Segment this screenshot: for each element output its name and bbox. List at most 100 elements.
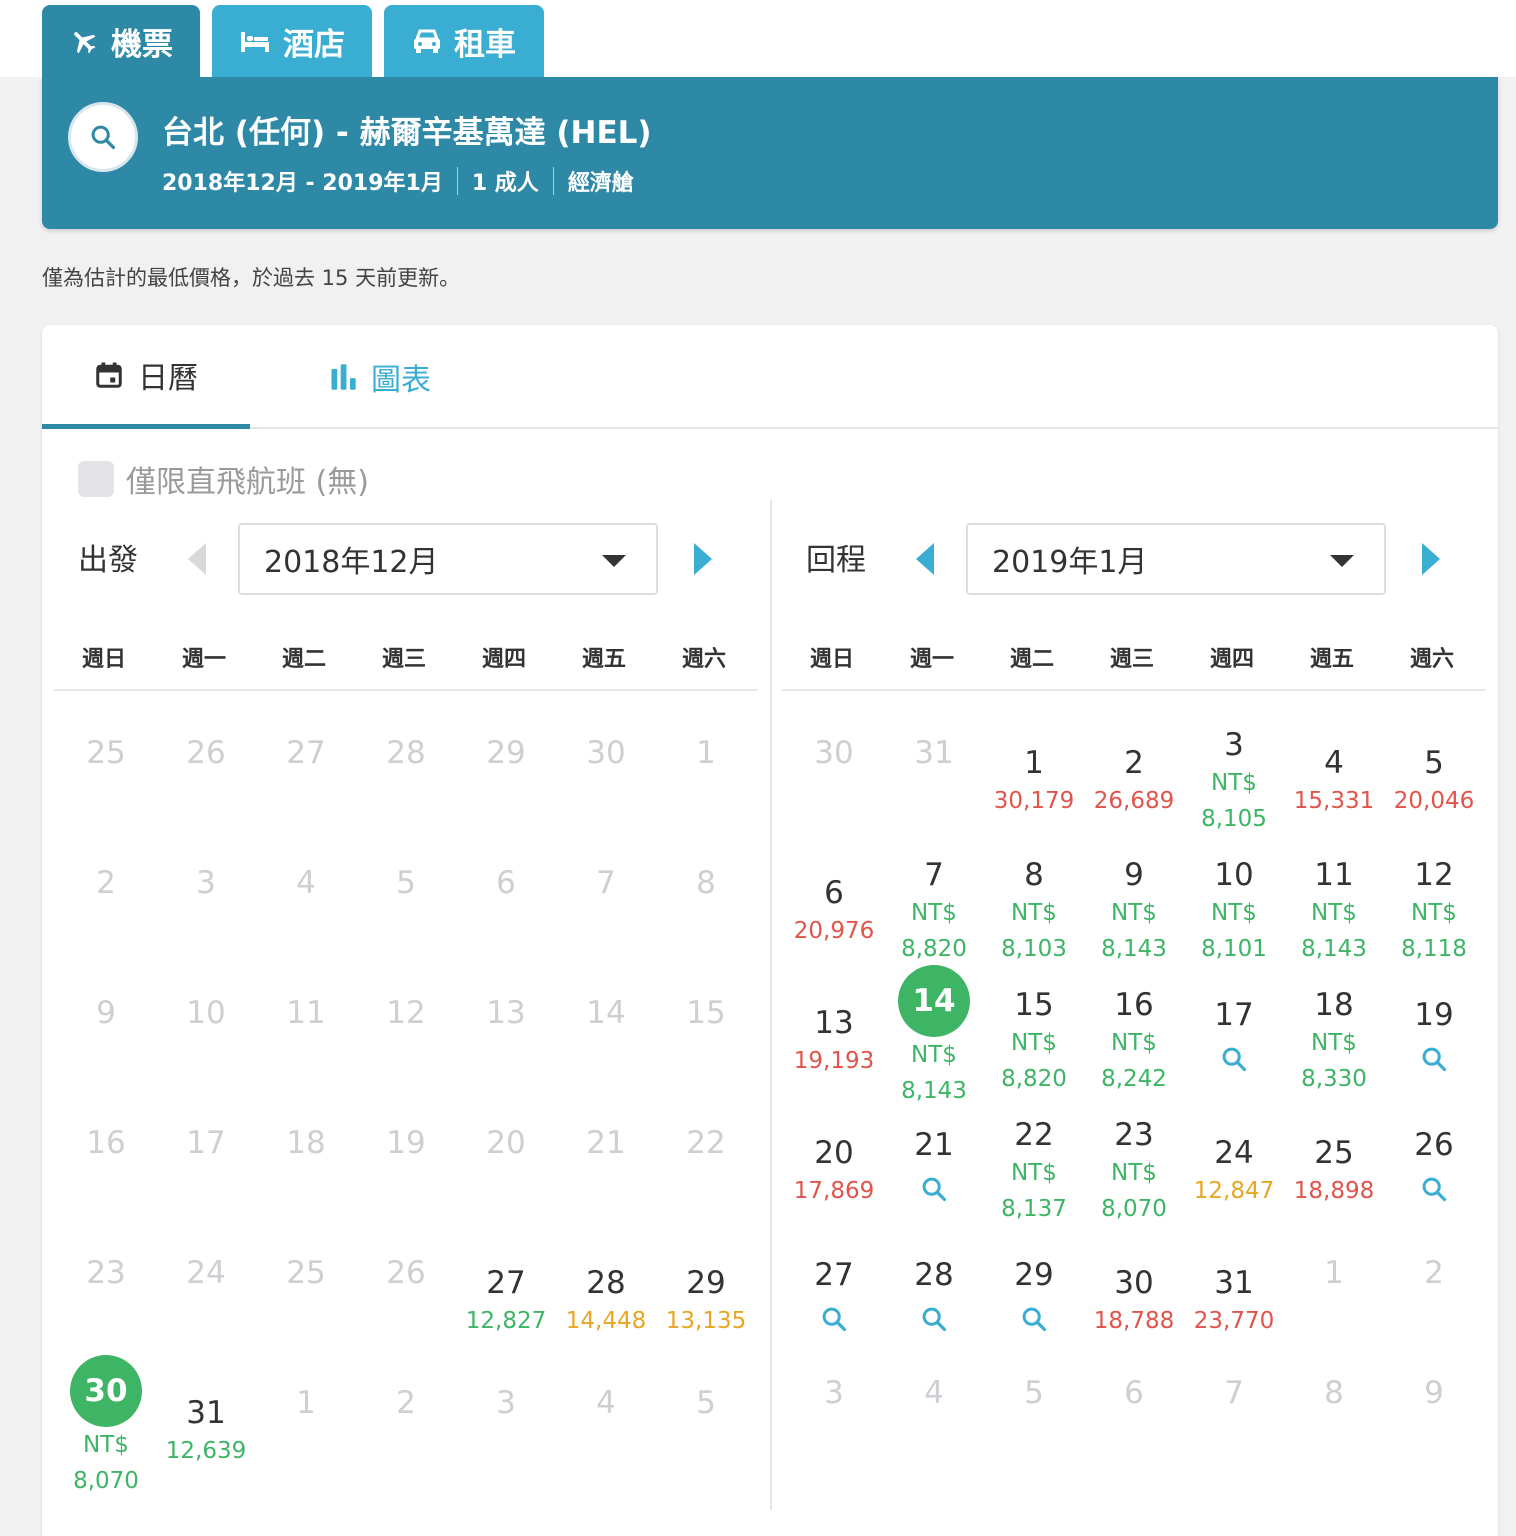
weekday-label: 週一 [181,647,226,672]
day-number: 5 [1424,745,1444,781]
day-number: 6 [824,875,844,911]
calendar-day[interactable]: 3 NT$ 8,105 [1184,725,1284,855]
calendar-day[interactable]: 5 20,046 [1384,743,1484,873]
calendar-day[interactable]: 31 12,639 [156,1393,256,1523]
day-price: 30,179 [993,788,1075,814]
calendar-day[interactable]: 18 NT$ 8,330 [1284,985,1384,1115]
calendar-day: 24 [156,1253,256,1383]
calendar-day: 16 [56,1123,156,1253]
calendar-day[interactable]: 24 12,847 [1184,1133,1284,1263]
tab-hotels[interactable]: 酒店 [212,5,372,77]
search-button[interactable] [68,102,138,172]
calendar-day[interactable]: 22 NT$ 8,137 [984,1115,1084,1245]
calendar-day[interactable]: 21 [884,1125,984,1255]
calendar-day[interactable]: 11 NT$ 8,143 [1284,855,1384,985]
calendar-day[interactable]: 29 [984,1255,1084,1385]
calendar-day[interactable]: 16 NT$ 8,242 [1084,985,1184,1115]
price-currency: NT$ [1111,1160,1157,1186]
calendar-day[interactable]: 13 19,193 [784,1003,884,1133]
prev-month-button[interactable] [910,540,940,578]
calendar-day[interactable]: 28 [884,1255,984,1385]
day-number: 4 [596,1385,616,1421]
calendar-day: 25 [56,733,156,863]
top-bar: 機票 酒店 租車 [0,0,1516,77]
search-price-button[interactable] [784,1305,884,1333]
price-currency: NT$ [1111,900,1157,926]
search-price-button[interactable] [1384,1175,1484,1203]
day-number: 8 [1024,857,1044,893]
day-price: 8,118 [1401,936,1467,962]
next-month-button[interactable] [688,540,718,578]
day-number: 1 [1024,745,1044,781]
tab-calendar[interactable]: 日曆 [42,325,250,429]
search-price-button[interactable] [884,1305,984,1333]
calendar-day[interactable]: 6 20,976 [784,873,884,1003]
search-icon [922,1177,947,1202]
calendar-day[interactable]: 27 [784,1255,884,1385]
day-number: 4 [1324,745,1344,781]
calendar-day: 12 [356,993,456,1123]
day-number: 26 [1414,1127,1454,1163]
calendar-day: 29 [456,733,556,863]
price-currency: NT$ [1211,770,1257,796]
tab-car-rental[interactable]: 租車 [384,5,544,77]
day-number: 28 [914,1257,954,1293]
calendar-day: 13 [456,993,556,1123]
direct-only-filter[interactable]: 僅限直飛航班 (無) [78,457,369,501]
search-price-button[interactable] [1184,1045,1284,1073]
month-select[interactable]: 2019年1月 [966,523,1386,595]
day-number: 25 [86,735,126,771]
calendar-day[interactable]: 12 NT$ 8,118 [1384,855,1484,985]
day-number: 13 [814,1005,854,1041]
calendar-day[interactable]: 10 NT$ 8,101 [1184,855,1284,985]
month-select[interactable]: 2018年12月 [238,523,658,595]
search-price-button[interactable] [1384,1045,1484,1073]
tab-label: 機票 [111,26,173,63]
calendar-day[interactable]: 17 [1184,995,1284,1125]
day-number: 11 [286,995,326,1031]
search-summary[interactable]: 台北 (任何) - 赫爾辛基萬達 (HEL) 2018年12月 - 2019年1… [42,77,1498,229]
calendar-day[interactable]: 28 14,448 [556,1263,656,1393]
prev-month-button[interactable] [182,540,212,578]
day-price: 15,331 [1293,788,1375,814]
calendar-day: 6 [456,863,556,993]
calendar-day[interactable]: 14 NT$ 8,143 [884,965,984,1104]
calendar-day[interactable]: 20 17,869 [784,1133,884,1263]
calendar-day[interactable]: 2 26,689 [1084,743,1184,873]
price-currency: NT$ [911,900,957,926]
day-number: 15 [686,995,726,1031]
next-month-button[interactable] [1416,540,1446,578]
calendar-day: 4 [884,1373,984,1503]
calendar-day[interactable]: 23 NT$ 8,070 [1084,1115,1184,1245]
tab-chart[interactable]: 圖表 [280,325,480,429]
calendar-day[interactable]: 15 NT$ 8,820 [984,985,1084,1115]
calendar-day: 31 [884,733,984,863]
calendar-day[interactable]: 9 NT$ 8,143 [1084,855,1184,985]
calendar-day: 17 [156,1123,256,1253]
search-price-button[interactable] [984,1305,1084,1333]
search-price-button[interactable] [884,1175,984,1203]
weekday-label: 週日 [81,647,126,672]
calendar-day[interactable]: 29 13,135 [656,1263,756,1393]
calendar-day: 8 [1284,1373,1384,1503]
calendar-day[interactable]: 30 NT$ 8,070 [56,1355,156,1494]
calendar-day[interactable]: 8 NT$ 8,103 [984,855,1084,985]
calendar-day[interactable]: 25 18,898 [1284,1133,1384,1263]
search-icon [1422,1047,1447,1072]
calendar-day[interactable]: 19 [1384,995,1484,1125]
day-number: 7 [596,865,616,901]
calendar-day[interactable]: 1 30,179 [984,743,1084,873]
calendar-day[interactable]: 26 [1384,1125,1484,1255]
weekday-label: 週二 [281,647,326,672]
day-price: 8,330 [1301,1066,1367,1092]
tab-flights[interactable]: 機票 [42,5,200,77]
day-price: 8,105 [1201,806,1267,832]
calendar-day[interactable]: 4 15,331 [1284,743,1384,873]
direct-only-checkbox[interactable] [78,461,114,497]
calendar-day[interactable]: 27 12,827 [456,1263,556,1393]
day-number: 24 [1214,1135,1254,1171]
day-number: 31 [1214,1265,1254,1301]
day-number: 7 [924,857,944,893]
day-number: 26 [386,1255,426,1291]
day-number: 23 [1114,1117,1154,1153]
